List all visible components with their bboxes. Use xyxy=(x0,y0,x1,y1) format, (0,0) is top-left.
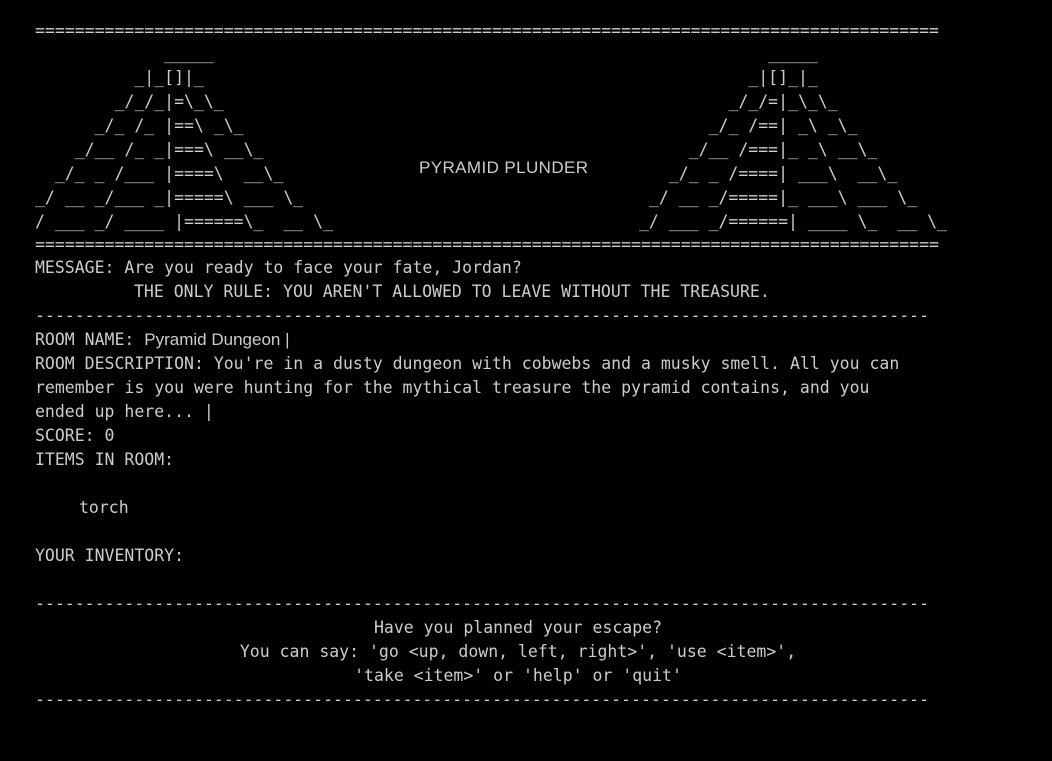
divider-top: ----------------------------------------… xyxy=(35,306,930,325)
prompt-line-2: You can say: 'go <up, down, left, right>… xyxy=(239,642,797,661)
game-title: PYRAMID PLUNDER xyxy=(419,158,589,177)
room-description-line-3: ended up here... | xyxy=(35,402,214,421)
title-banner: _____ _|_[]|_ _/_/_|=\_\_ _/_ /_ |==\ _\… xyxy=(35,42,1035,234)
message-text: Are you ready to face your fate, Jordan? xyxy=(124,258,522,277)
items-in-room-label: ITEMS IN ROOM: xyxy=(35,450,175,469)
message-label: MESSAGE: xyxy=(35,258,125,277)
room-name-line: ROOM NAME: Pyramid Dungeon | xyxy=(35,328,1035,352)
score-line: SCORE: 0 xyxy=(35,424,1035,448)
room-description-line-1: ROOM DESCRIPTION: You're in a dusty dung… xyxy=(35,352,1035,376)
score-value: 0 xyxy=(104,426,115,445)
inventory-label: YOUR INVENTORY: xyxy=(35,546,185,565)
room-description-label: ROOM DESCRIPTION: xyxy=(35,354,214,373)
terminal-output: ========================================… xyxy=(35,20,1035,712)
room-name: Pyramid Dungeon | xyxy=(144,330,290,349)
room-item: torch xyxy=(79,498,129,517)
room-description-text-1: You're in a dusty dungeon with cobwebs a… xyxy=(213,354,900,373)
room-name-label: ROOM NAME: xyxy=(35,330,145,349)
banner-rule-top: ========================================… xyxy=(35,21,939,40)
right-pyramid-art: _____ _|[]_|_ _/_/=|_\_\_ _/_ /==| _\ _\… xyxy=(639,44,947,231)
left-pyramid-art: _____ _|_[]|_ _/_/_|=\_\_ _/_ /_ |==\ _\… xyxy=(35,44,334,231)
score-label: SCORE: xyxy=(35,426,105,445)
message-rule-text: THE ONLY RULE: YOU AREN'T ALLOWED TO LEA… xyxy=(134,282,770,301)
room-description-line-2: remember is you were hunting for the myt… xyxy=(35,378,870,397)
divider-prompt-top: ----------------------------------------… xyxy=(35,594,930,613)
divider-prompt-bottom: ----------------------------------------… xyxy=(35,690,930,709)
banner-rule-bottom: ========================================… xyxy=(35,235,939,254)
prompt-line-3: 'take <item>' or 'help' or 'quit' xyxy=(354,666,682,685)
prompt-line-1: Have you planned your escape? xyxy=(373,618,663,637)
message-line: MESSAGE: Are you ready to face your fate… xyxy=(35,256,1035,280)
